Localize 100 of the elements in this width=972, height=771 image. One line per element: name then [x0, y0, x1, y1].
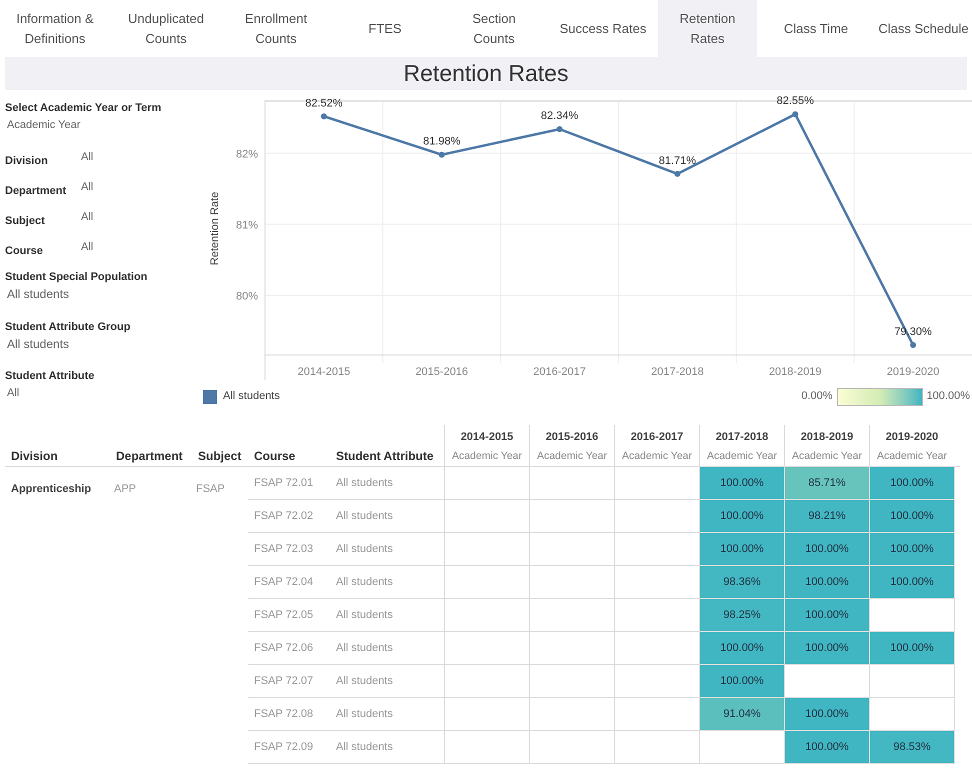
table-cell-text: All students	[336, 706, 393, 722]
column-header: 2019-2020	[886, 430, 938, 445]
table-cell: FSAP	[196, 483, 225, 495]
heatmap-cell: 100.00%	[784, 632, 869, 664]
filter-value[interactable]: Academic Year	[5, 116, 200, 134]
table-cell-text: All students	[336, 508, 393, 524]
column-subheader: Academic Year	[622, 449, 692, 464]
filter-value[interactable]: All students	[5, 285, 200, 304]
table-cell-text: All students	[336, 542, 393, 557]
column-header: 2016-2017	[630, 430, 684, 445]
column-header: Department	[116, 448, 183, 465]
heatmap-cell: 100.00%	[784, 698, 869, 730]
data-point	[320, 113, 327, 120]
column-subheader: Academic Year	[452, 449, 522, 464]
legend-min-label: 0.00%	[801, 389, 833, 404]
column-header: 2015-2016	[546, 430, 598, 445]
data-point	[910, 342, 916, 348]
table-cell-text: FSAP 72.02	[254, 508, 314, 524]
axis-tick-label: 80%	[236, 290, 258, 302]
axis-tick-label: 2016-2017	[533, 366, 586, 378]
heatmap-cell: 98.21%	[784, 500, 869, 532]
filter-label: Student Attribute	[5, 369, 96, 384]
data-label: 82.52%	[305, 97, 343, 110]
heatmap-cell: 91.04%	[699, 698, 784, 730]
axis-tick-label: 2014-2015	[298, 366, 350, 378]
table-cell-text: FSAP 72.08	[254, 706, 314, 722]
heatmap-cell: 98.25%	[699, 599, 784, 631]
filter-label: Student Special Population	[5, 270, 148, 286]
axis-tick-label: 2015-2016	[415, 366, 468, 378]
column-header: 2014-2015	[460, 430, 514, 445]
axis-tick-label: 2017-2018	[651, 366, 704, 378]
heatmap-cell: 85.71%	[784, 467, 869, 499]
column-subheader: Academic Year	[792, 449, 862, 464]
filter-label: Division	[5, 154, 49, 169]
heatmap-cell: 100.00%	[869, 533, 954, 565]
table-cell-text: FSAP 72.04	[254, 574, 314, 590]
table-cell-text: All students	[336, 740, 393, 755]
data-label: 81.71%	[658, 154, 696, 167]
column-header: 2017-2018	[716, 430, 768, 445]
filter-label: Course	[5, 244, 44, 260]
table-cell-text: All students	[336, 574, 393, 590]
heatmap-cell: 100.00%	[784, 599, 869, 631]
data-label: 81.98%	[423, 136, 460, 148]
filter-value[interactable]: All students	[5, 334, 200, 353]
column-subheader: Academic Year	[876, 449, 948, 464]
data-point	[556, 126, 563, 132]
axis-tick-label: 81%	[236, 219, 258, 232]
filter-value[interactable]: All	[81, 148, 94, 166]
data-label: 82.34%	[540, 110, 578, 122]
table-cell-text: FSAP 72.07	[254, 674, 314, 689]
table-cell-text: FSAP 72.09	[254, 740, 314, 755]
column-subheader: Academic Year	[706, 449, 778, 464]
filter-value[interactable]: All	[5, 384, 200, 402]
table-cell-text: All students	[336, 674, 393, 689]
heatmap-cell: 100.00%	[699, 500, 784, 532]
heatmap-cell: 100.00%	[699, 632, 784, 664]
column-header: Course	[254, 448, 296, 465]
data-label: 82.55%	[776, 95, 814, 108]
table-cell-text: FSAP 72.05	[254, 608, 314, 623]
table-cell-text: All students	[336, 476, 393, 491]
axis-tick-label: 2018-2019	[768, 366, 822, 378]
filter-label: Select Academic Year or Term	[5, 101, 162, 116]
page-title: Retention Rates	[5, 57, 967, 90]
legend-max-label: 100.00%	[926, 389, 970, 404]
data-point	[438, 152, 445, 158]
filter-value[interactable]: All	[81, 239, 94, 256]
column-header: Subject	[198, 448, 242, 465]
table-cell-text: FSAP 72.06	[254, 640, 314, 656]
table-cell: APP	[114, 483, 136, 495]
heatmap-cell: 100.00%	[699, 467, 784, 499]
column-header: Division	[11, 448, 58, 465]
heatmap-cell: 98.36%	[699, 566, 784, 598]
legend-label: All students	[223, 389, 280, 404]
axis-tick-label: 82%	[236, 148, 258, 160]
filter-value[interactable]: All	[81, 208, 94, 226]
heatmap-cell: 98.53%	[869, 731, 954, 763]
table-cell-text: FSAP 72.01	[254, 476, 314, 491]
axis-tick-label: 2019-2020	[886, 366, 940, 378]
heatmap-cell: 100.00%	[784, 731, 869, 763]
tab[interactable]: Retention Rates	[658, 0, 757, 57]
axis-title: Retention Rate	[209, 192, 221, 266]
heatmap-cell: 100.00%	[869, 632, 954, 664]
filter-value[interactable]: All	[81, 178, 94, 196]
column-header: 2018-2019	[800, 430, 854, 445]
heatmap-cell: 100.00%	[699, 533, 784, 565]
heatmap-cell: 100.00%	[869, 566, 954, 598]
heatmap-cell: 100.00%	[869, 500, 954, 532]
heatmap-cell: 100.00%	[869, 467, 954, 499]
legend-swatch	[203, 390, 217, 404]
table-cell-text: FSAP 72.03	[254, 542, 314, 557]
data-point	[792, 111, 798, 118]
heatmap-cell: 100.00%	[784, 533, 869, 565]
column-subheader: Academic Year	[536, 449, 608, 464]
heatmap-cell: 100.00%	[784, 566, 869, 598]
table-cell-text: All students	[336, 640, 393, 656]
table-cell: Apprenticeship	[11, 483, 92, 495]
filter-label: Department	[5, 184, 68, 199]
table-cell-text: All students	[336, 608, 393, 623]
data-point	[674, 170, 680, 177]
filter-label: Student Attribute Group	[5, 320, 132, 335]
